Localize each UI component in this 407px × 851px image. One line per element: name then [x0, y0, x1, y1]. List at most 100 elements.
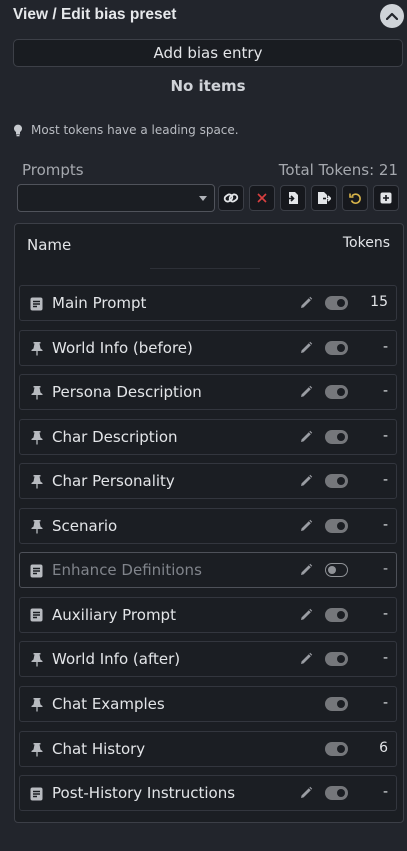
toggle-knob: [337, 521, 345, 530]
document-icon: [29, 296, 44, 311]
file-import-icon: [287, 192, 298, 204]
pencil-icon[interactable]: [298, 340, 314, 356]
pencil-icon[interactable]: [298, 295, 314, 311]
pencil-icon[interactable]: [298, 384, 314, 400]
name-column-header: Name: [27, 236, 72, 254]
section-title: View / Edit bias preset: [13, 6, 177, 23]
link-button[interactable]: [218, 185, 244, 211]
prompt-token-count: -: [382, 561, 388, 578]
toggle-knob: [337, 299, 345, 307]
enable-toggle[interactable]: [325, 741, 348, 756]
prompt-row[interactable]: Main Prompt 15: [19, 285, 397, 321]
reset-icon: [348, 192, 361, 204]
link-icon: [223, 193, 239, 203]
prompt-name[interactable]: Char Description: [52, 428, 178, 446]
prompt-token-count: -: [382, 605, 388, 622]
prompt-name[interactable]: Scenario: [52, 517, 117, 535]
import-prompt-button[interactable]: [280, 185, 306, 211]
prompt-token-count: -: [382, 472, 388, 489]
toggle-knob: [337, 343, 345, 352]
prompt-row[interactable]: Chat Examples -: [19, 685, 397, 722]
prompt-row[interactable]: Char Description -: [19, 418, 397, 455]
delete-prompt-button[interactable]: [249, 185, 275, 211]
pin-icon: [29, 519, 44, 534]
close-icon: [257, 193, 267, 203]
pencil-icon[interactable]: [298, 785, 314, 801]
prompt-row[interactable]: Char Personality -: [19, 463, 397, 500]
tokens-column-header: Tokens: [342, 235, 390, 251]
pencil-icon[interactable]: [298, 607, 314, 623]
pencil-icon[interactable]: [298, 651, 314, 667]
prompt-row[interactable]: Persona Description -: [19, 374, 397, 411]
prompt-name[interactable]: World Info (after): [52, 650, 180, 668]
prompt-row[interactable]: Post-History Instructions -: [19, 775, 397, 812]
file-export-icon: [318, 192, 331, 204]
prompt-token-count: -: [382, 427, 388, 444]
pencil-icon[interactable]: [298, 473, 314, 489]
prompt-row[interactable]: Chat History 6: [19, 730, 397, 767]
section-header: View / Edit bias preset: [13, 4, 404, 28]
add-prompt-button[interactable]: [373, 185, 399, 211]
toggle-knob: [337, 789, 345, 798]
plus-square-icon: [380, 192, 392, 204]
add-bias-entry-button[interactable]: Add bias entry: [13, 39, 403, 67]
prompt-name[interactable]: Main Prompt: [52, 294, 146, 312]
document-icon: [29, 786, 44, 801]
chevron-up-icon: [386, 12, 398, 20]
collapse-button[interactable]: [380, 4, 404, 28]
prompt-row[interactable]: Enhance Definitions -: [19, 552, 397, 589]
toggle-knob: [328, 565, 336, 574]
prompt-token-count: -: [382, 694, 388, 711]
reset-prompt-button[interactable]: [342, 185, 368, 211]
prompt-name[interactable]: Char Personality: [52, 472, 175, 490]
empty-bias-list-text: No items: [170, 77, 246, 95]
prompt-row[interactable]: Scenario -: [19, 507, 397, 544]
prompt-name[interactable]: Persona Description: [52, 383, 202, 401]
pin-icon: [29, 697, 44, 712]
enable-toggle[interactable]: [325, 607, 348, 622]
prompt-row[interactable]: World Info (before) -: [19, 329, 397, 366]
prompt-name[interactable]: Chat History: [52, 740, 145, 758]
pencil-icon[interactable]: [298, 429, 314, 445]
prompt-row[interactable]: Auxiliary Prompt -: [19, 596, 397, 633]
pencil-icon[interactable]: [298, 562, 314, 578]
pin-icon: [29, 652, 44, 667]
prompt-name[interactable]: Post-History Instructions: [52, 784, 235, 802]
lightbulb-icon: [14, 124, 22, 136]
toggle-knob: [337, 744, 345, 753]
pencil-icon[interactable]: [298, 518, 314, 534]
enable-toggle[interactable]: [325, 385, 348, 400]
prompt-token-count: -: [382, 338, 388, 355]
enable-toggle[interactable]: [325, 563, 348, 578]
enable-toggle[interactable]: [325, 696, 348, 711]
document-icon: [29, 608, 44, 623]
prompt-token-count: 6: [379, 739, 388, 756]
enable-toggle[interactable]: [325, 518, 348, 533]
prompt-row[interactable]: World Info (after) -: [19, 641, 397, 678]
prompt-name[interactable]: Auxiliary Prompt: [52, 606, 176, 624]
toggle-knob: [337, 477, 345, 486]
prompt-name[interactable]: Chat Examples: [52, 695, 165, 713]
prompt-token-count: 15: [370, 294, 388, 310]
token-hint: Most tokens have a leading space.: [13, 122, 239, 138]
pin-icon: [29, 742, 44, 757]
hint-text: Most tokens have a leading space.: [31, 123, 239, 137]
toggle-knob: [337, 610, 345, 619]
pin-icon: [29, 430, 44, 445]
enable-toggle[interactable]: [325, 786, 348, 801]
prompts-label: Prompts: [22, 161, 84, 179]
prompt-name[interactable]: Enhance Definitions: [52, 561, 202, 579]
prompt-select[interactable]: [17, 184, 215, 212]
enable-toggle[interactable]: [325, 296, 348, 310]
prompt-name[interactable]: World Info (before): [52, 339, 193, 357]
toggle-knob: [337, 432, 345, 441]
enable-toggle[interactable]: [325, 474, 348, 489]
enable-toggle[interactable]: [325, 429, 348, 444]
toggle-knob: [337, 699, 345, 708]
enable-toggle[interactable]: [325, 652, 348, 667]
toggle-knob: [337, 655, 345, 664]
pin-icon: [29, 474, 44, 489]
prompt-token-count: -: [382, 784, 388, 801]
export-prompt-button[interactable]: [311, 185, 337, 211]
enable-toggle[interactable]: [325, 340, 348, 355]
